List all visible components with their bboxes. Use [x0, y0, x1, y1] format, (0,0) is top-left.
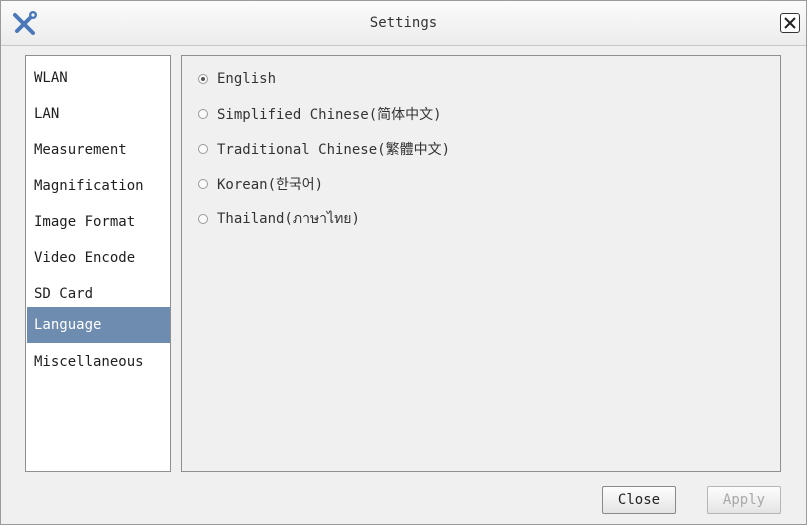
radio-button[interactable] [198, 179, 208, 189]
sidebar-item-magnification[interactable]: Magnification [27, 168, 170, 204]
radio-button[interactable] [198, 144, 208, 154]
language-option-thai[interactable]: Thailand(ภาษาไทย) [198, 208, 360, 230]
sidebar-item-measurement[interactable]: Measurement [27, 132, 170, 168]
close-button[interactable]: Close [602, 486, 676, 514]
settings-window: Settings WLAN LAN Measurement Magnificat… [0, 0, 807, 525]
close-icon[interactable] [780, 13, 800, 33]
sidebar-item-image-format[interactable]: Image Format [27, 204, 170, 240]
sidebar-item-miscellaneous[interactable]: Miscellaneous [27, 344, 170, 380]
option-label: Traditional Chinese(繁體中文) [217, 142, 451, 158]
option-label: Thailand(ภาษาไทย) [217, 211, 360, 227]
language-option-english[interactable]: English [198, 68, 276, 90]
apply-button[interactable]: Apply [707, 486, 781, 514]
option-label: Simplified Chinese(简体中文) [217, 107, 442, 123]
radio-button[interactable] [198, 74, 208, 84]
sidebar-item-video-encode[interactable]: Video Encode [27, 240, 170, 276]
sidebar-item-lan[interactable]: LAN [27, 96, 170, 132]
settings-category-list: WLAN LAN Measurement Magnification Image… [25, 55, 171, 472]
sidebar-item-language[interactable]: Language [27, 307, 170, 343]
option-label: English [217, 71, 277, 87]
radio-button[interactable] [198, 109, 208, 119]
title-bar: Settings [1, 1, 806, 46]
language-option-traditional-chinese[interactable]: Traditional Chinese(繁體中文) [198, 138, 450, 160]
radio-button[interactable] [198, 214, 208, 224]
language-option-simplified-chinese[interactable]: Simplified Chinese(简体中文) [198, 103, 442, 125]
language-option-korean[interactable]: Korean(한국어) [198, 173, 323, 195]
language-panel: English Simplified Chinese(简体中文) Traditi… [181, 55, 781, 472]
sidebar-item-wlan[interactable]: WLAN [27, 60, 170, 96]
window-title: Settings [369, 15, 438, 31]
option-label: Korean(한국어) [217, 177, 324, 193]
